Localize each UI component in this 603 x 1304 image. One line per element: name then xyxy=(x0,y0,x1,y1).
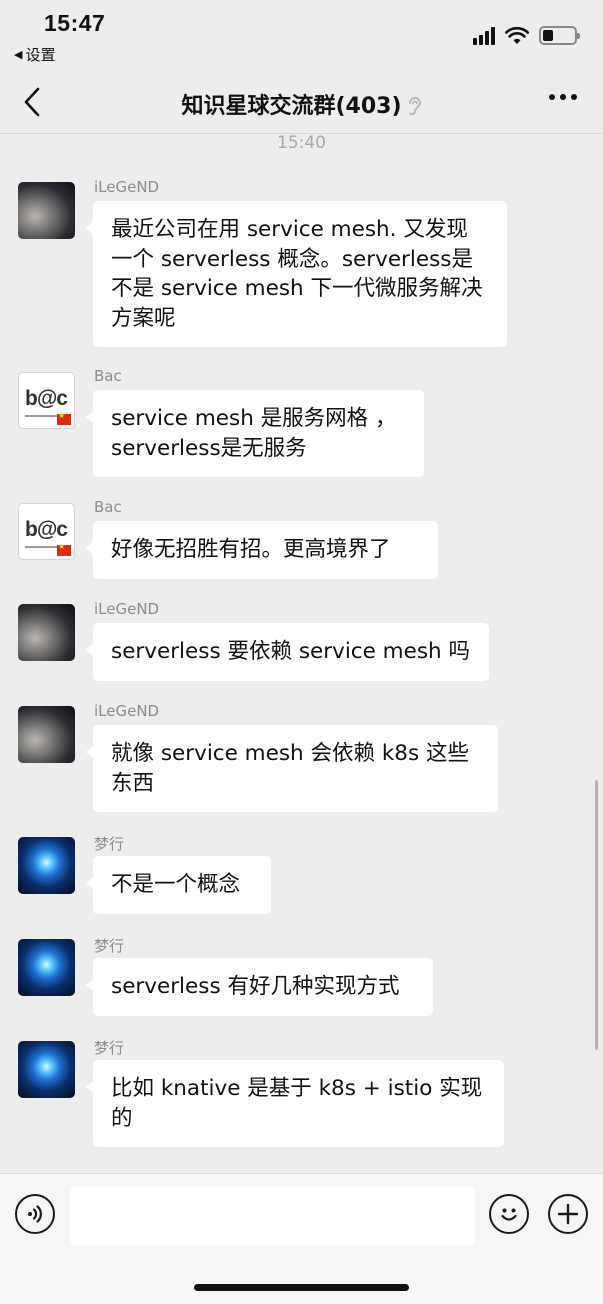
sender-name: iLeGeND xyxy=(94,178,160,196)
sender-name: iLeGeND xyxy=(94,600,160,618)
message-bubble[interactable]: serverless 有好几种实现方式 xyxy=(86,958,433,1016)
battery-icon xyxy=(539,26,580,45)
sender-name: 梦行 xyxy=(94,1039,125,1057)
chat-title-text: 知识星球交流群(403) xyxy=(181,94,402,119)
flag-icon xyxy=(57,411,71,425)
more-icon[interactable] xyxy=(549,94,577,100)
message-input[interactable] xyxy=(70,1187,475,1245)
sender-name: Bac xyxy=(94,498,122,516)
wifi-icon xyxy=(505,26,529,44)
message-bubble[interactable]: serverless 要依赖 service mesh 吗 xyxy=(86,623,489,681)
home-indicator[interactable] xyxy=(194,1284,409,1291)
cat-avatar[interactable] xyxy=(18,604,75,661)
status-bar: 15:47 ◀ 设置 xyxy=(0,0,603,70)
chat-title: 知识星球交流群(403) xyxy=(0,88,603,120)
avatar-logo-text: b@c xyxy=(25,518,68,541)
message-bubble[interactable]: 就像 service mesh 会依赖 k8s 这些东西 xyxy=(86,725,498,812)
back-triangle-icon: ◀ xyxy=(14,48,23,61)
voice-icon[interactable] xyxy=(15,1194,55,1234)
bac-avatar[interactable]: b@c xyxy=(18,372,75,429)
bac-avatar[interactable]: b@c xyxy=(18,503,75,560)
message-bubble[interactable]: service mesh 是服务网格 ，serverless是无服务 xyxy=(86,390,424,477)
cat-avatar[interactable] xyxy=(18,706,75,763)
signal-icon xyxy=(473,26,495,45)
crystal-avatar[interactable] xyxy=(18,837,75,894)
sender-name: Bac xyxy=(94,367,122,385)
back-to-app-label: 设置 xyxy=(25,46,56,64)
sender-name: 梦行 xyxy=(94,937,125,955)
message-bubble[interactable]: 比如 knative 是基于 k8s + istio 实现的 xyxy=(86,1060,504,1147)
flag-icon xyxy=(57,542,71,556)
plus-icon[interactable] xyxy=(548,1194,588,1234)
earpiece-icon xyxy=(408,97,421,116)
back-to-app-link[interactable]: ◀ 设置 xyxy=(14,44,55,65)
crystal-avatar[interactable] xyxy=(18,939,75,996)
cat-avatar[interactable] xyxy=(18,182,75,239)
nav-bar: 知识星球交流群(403) xyxy=(0,70,603,134)
emoji-icon[interactable] xyxy=(489,1194,529,1234)
message-bubble[interactable]: 好像无招胜有招。更高境界了 xyxy=(86,521,438,579)
status-icons xyxy=(473,26,580,45)
status-time: 15:47 xyxy=(44,10,106,36)
crystal-avatar[interactable] xyxy=(18,1041,75,1098)
sender-name: iLeGeND xyxy=(94,702,160,720)
avatar-logo-text: b@c xyxy=(25,387,68,410)
message-bubble[interactable]: 最近公司在用 service mesh. 又发现一个 serverless 概念… xyxy=(86,201,507,347)
message-bubble[interactable]: 不是一个概念 xyxy=(86,856,271,914)
scrollbar[interactable] xyxy=(595,780,598,1050)
sender-name: 梦行 xyxy=(94,835,125,853)
chat-timestamp: 15:40 xyxy=(277,133,326,153)
